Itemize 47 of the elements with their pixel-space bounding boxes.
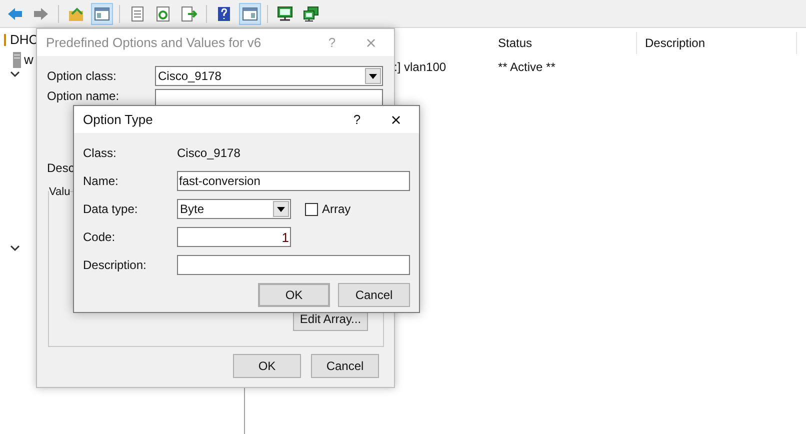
option-class-dropdown[interactable]: Cisco_9178	[155, 66, 383, 86]
monitors-icon	[303, 6, 319, 22]
field-label: Class:	[83, 145, 118, 162]
dropdown-arrow-icon	[277, 206, 285, 212]
field-label: Code:	[83, 229, 116, 246]
field-label: Option class:	[47, 68, 118, 85]
data-type-dropdown[interactable]: Byte	[177, 199, 291, 219]
help-icon	[216, 6, 232, 22]
toolbar-button[interactable]	[239, 2, 261, 24]
code-field[interactable]: 1	[177, 227, 291, 247]
field-label: Data type:	[83, 201, 139, 218]
chevron-icon	[10, 244, 20, 252]
toolbar-button[interactable]	[91, 2, 113, 24]
class-value: Cisco_9178	[177, 145, 240, 162]
checkbox-label: Array	[322, 201, 351, 218]
dialog-button[interactable]: Cancel	[311, 354, 379, 378]
field-label: Name:	[83, 173, 120, 190]
chevron-icon	[10, 70, 20, 78]
column-header[interactable]: Status	[490, 32, 637, 54]
field-label: Option name:	[47, 89, 120, 103]
dialog-button[interactable]: Cancel	[338, 283, 410, 307]
monitor-icon	[277, 6, 293, 22]
arrow-left-icon	[7, 6, 23, 22]
column-header[interactable]: Description	[637, 32, 797, 54]
panel-icon	[242, 6, 258, 22]
dialog-button[interactable]: OK	[258, 283, 330, 307]
array-checkbox[interactable]	[305, 202, 318, 216]
close-button[interactable]: ×	[373, 110, 419, 128]
export-icon	[181, 6, 197, 22]
tree-item[interactable]: DHC	[10, 30, 38, 50]
arrow-right-icon	[33, 6, 49, 22]
window-title: Option Type	[82, 110, 154, 129]
refresh-icon	[155, 6, 171, 22]
list-cell-text: :] vlan100	[394, 58, 448, 76]
field-label: Description:	[83, 257, 148, 274]
tree-item[interactable]: w	[24, 50, 34, 70]
panel-icon	[94, 6, 110, 22]
list-cell-text: ** Active **	[498, 58, 556, 76]
description-field[interactable]	[177, 255, 410, 275]
name-field[interactable]: fast-conversion	[177, 171, 410, 191]
help-button[interactable]: ?	[341, 110, 373, 130]
folder-icon	[68, 6, 84, 22]
document-icon	[129, 6, 145, 22]
dialog-button[interactable]: OK	[233, 354, 301, 378]
dropdown-arrow-icon	[369, 74, 377, 78]
field-label: Desc	[47, 160, 74, 177]
window-title: Predefined Options and Values for v6	[45, 34, 262, 52]
